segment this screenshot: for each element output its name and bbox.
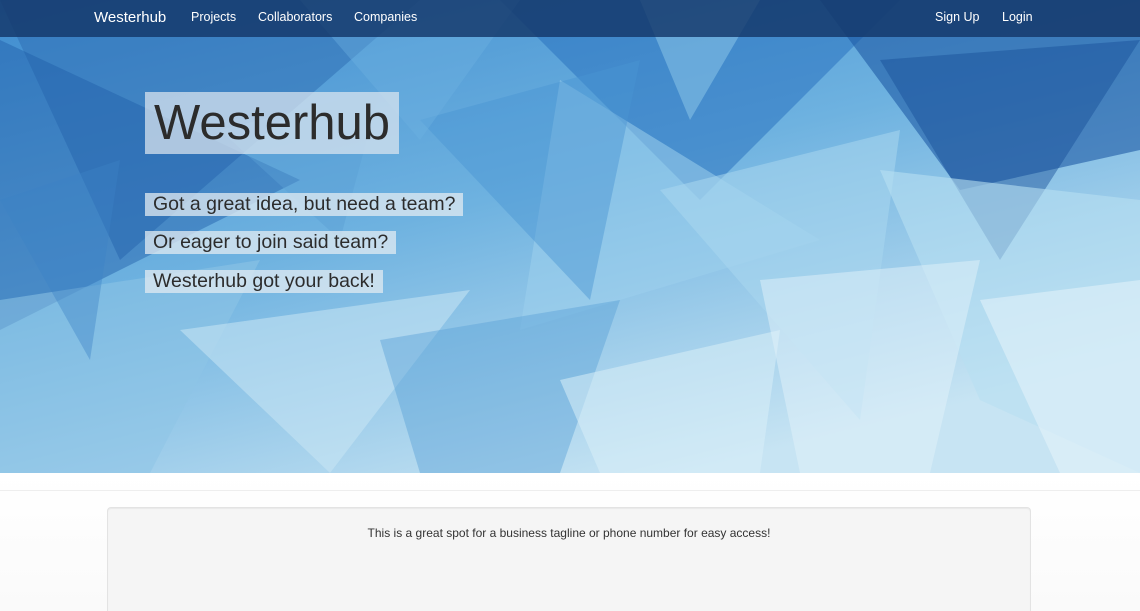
- hero-line-1: Got a great idea, but need a team?: [145, 193, 464, 216]
- hero-title: Westerhub: [145, 92, 400, 154]
- nav-link-login[interactable]: Login: [1002, 0, 1033, 37]
- nav-link-projects[interactable]: Projects: [191, 0, 236, 37]
- nav-link-collaborators[interactable]: Collaborators: [258, 0, 332, 37]
- top-navbar: Westerhub Projects Collaborators Compani…: [0, 0, 1140, 37]
- hero-line-2: Or eager to join said team?: [145, 231, 397, 254]
- section-divider: [0, 490, 1140, 491]
- hero-banner: Westerhub Got a great idea, but need a t…: [0, 0, 1140, 473]
- nav-link-sign-up[interactable]: Sign Up: [935, 0, 979, 37]
- tagline-well: This is a great spot for a business tagl…: [107, 507, 1031, 611]
- brand-link[interactable]: Westerhub: [94, 0, 166, 37]
- tagline-text: This is a great spot for a business tagl…: [367, 526, 771, 540]
- nav-link-companies[interactable]: Companies: [354, 0, 417, 37]
- hero-line-3: Westerhub got your back!: [145, 270, 383, 293]
